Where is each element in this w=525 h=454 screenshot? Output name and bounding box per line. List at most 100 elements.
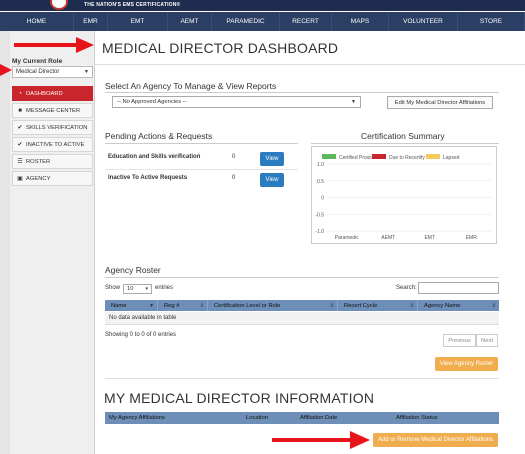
divider xyxy=(105,169,298,170)
view-skills-button[interactable]: View xyxy=(260,152,284,166)
legend-swatch xyxy=(322,154,336,159)
sort-icon: ⇕ xyxy=(409,302,414,309)
add-remove-affiliations-button[interactable]: Add or Remove Medical Director Affiliati… xyxy=(373,433,498,447)
column-header-reg[interactable]: Reg # ⇕ xyxy=(158,300,208,311)
column-header-affiliation-date: Affiliation Date xyxy=(300,415,338,421)
nav-emr[interactable]: EMR xyxy=(74,12,108,31)
site-header: THE NATION'S EMS CERTIFICATION® xyxy=(0,0,525,11)
nav-recert[interactable]: RECERT xyxy=(280,12,332,31)
nav-paramedic[interactable]: PARAMEDIC xyxy=(212,12,280,31)
sidebar-item-label: MESSAGE CENTER xyxy=(26,107,81,114)
edit-affiliations-button[interactable]: Edit My Medical Director Affiliations xyxy=(387,96,493,109)
role-value: Medical Director xyxy=(16,69,60,75)
tagline: THE NATION'S EMS CERTIFICATION® xyxy=(84,2,181,8)
legend-swatch xyxy=(372,154,386,159)
view-inactive-button[interactable]: View xyxy=(260,173,284,187)
legend-label: Lapsed xyxy=(443,155,460,161)
x-tick-label: Paramedic xyxy=(335,235,359,241)
column-header-affiliations: My Agency Affiliations xyxy=(109,415,165,421)
dashboard-icon: ◔ xyxy=(18,90,22,97)
sort-icon: ⇕ xyxy=(329,302,334,309)
entries-label: entries xyxy=(155,285,174,291)
sidebar-item-label: INACTIVE TO ACTIVE xyxy=(26,141,85,148)
agency-select[interactable]: -- No Approved Agencies -- ▼ xyxy=(112,96,361,108)
annotation-arrow-top xyxy=(14,37,94,53)
role-select[interactable]: Medical Director ▼ xyxy=(12,66,93,78)
page-title: MEDICAL DIRECTOR DASHBOARD xyxy=(102,40,339,56)
chevron-down-icon: ▼ xyxy=(351,99,356,105)
building-icon: ▣ xyxy=(17,176,23,182)
sidebar-item-label: ROSTER xyxy=(26,158,51,165)
main-nav: HOME EMR EMT AEMT PARAMEDIC RECERT MAPS … xyxy=(0,12,525,31)
logo-icon[interactable] xyxy=(50,0,68,10)
column-header-location: Location xyxy=(246,415,268,421)
sidebar-item-label: AGENCY xyxy=(26,175,51,182)
previous-page-button[interactable]: Previous xyxy=(443,334,476,347)
left-margin xyxy=(0,31,10,454)
column-label: Certification Level or Role xyxy=(214,302,281,309)
divider xyxy=(105,277,499,278)
md-info-title: MY MEDICAL DIRECTOR INFORMATION xyxy=(104,390,375,406)
chart-svg: Certified Providers Due to Recertify Lapse… xyxy=(315,154,492,241)
column-label: Recert Cycle xyxy=(344,302,378,309)
view-agency-roster-button[interactable]: View Agency Roster xyxy=(435,357,498,371)
nav-maps[interactable]: MAPS xyxy=(332,12,389,31)
column-header-cert-level[interactable]: Certification Level or Role ⇕ xyxy=(208,300,338,311)
annotation-arrow-bottom xyxy=(272,431,372,449)
column-label: Agency Name xyxy=(424,302,461,309)
nav-store[interactable]: STORE xyxy=(458,12,525,31)
sidebar-item-inactive-to-active[interactable]: ✔ INACTIVE TO ACTIVE xyxy=(12,137,93,152)
sort-icon: ▼ xyxy=(149,302,154,309)
sort-icon: ⇕ xyxy=(491,302,496,309)
entries-length-select[interactable]: 10 ▾ xyxy=(123,284,152,294)
divider xyxy=(95,64,525,65)
side-menu: ◔ DASHBOARD ■ MESSAGE CENTER ✔ SKILLS VE… xyxy=(12,86,93,188)
cert-summary-chart: Certified Providers Due to Recertify Lapse… xyxy=(311,146,497,244)
column-header-name[interactable]: Name ▼ xyxy=(105,300,158,311)
search-input[interactable] xyxy=(418,282,499,294)
pending-title: Pending Actions & Requests xyxy=(105,131,213,141)
roster-title: Agency Roster xyxy=(105,265,161,275)
sidebar: My Current Role Medical Director ▼ ◔ DAS… xyxy=(10,31,95,454)
column-header-recert-cycle[interactable]: Recert Cycle ⇕ xyxy=(338,300,418,311)
show-label: Show xyxy=(105,285,121,291)
nav-aemt[interactable]: AEMT xyxy=(168,12,212,31)
list-icon: ☰ xyxy=(17,159,23,165)
pending-row-count: 0 xyxy=(232,154,236,160)
entries-length-value: 10 xyxy=(127,286,134,292)
legend-label: Due to Recertify xyxy=(389,155,425,161)
x-tick-label: EMR xyxy=(466,235,478,241)
column-header-agency-name[interactable]: Agency Name ⇕ xyxy=(418,300,499,311)
pending-row-label: Education and Skills verification xyxy=(108,154,201,160)
sidebar-item-agency[interactable]: ▣ AGENCY xyxy=(12,171,93,186)
chevron-down-icon: ▾ xyxy=(145,286,148,292)
agency-section-title: Select An Agency To Manage & View Report… xyxy=(105,81,277,91)
x-tick-label: AEMT xyxy=(381,235,395,241)
y-tick-label: -1.0 xyxy=(315,229,324,235)
message-icon: ■ xyxy=(18,107,22,114)
pending-row-label: Inactive To Active Requests xyxy=(108,175,188,181)
y-tick-label: 0.5 xyxy=(317,179,324,185)
x-tick-label: EMT xyxy=(424,235,435,241)
sidebar-item-label: DASHBOARD xyxy=(26,90,63,97)
check-icon: ✔ xyxy=(17,125,23,131)
sidebar-item-skills-verification[interactable]: ✔ SKILLS VERIFICATION xyxy=(12,120,93,135)
column-label: Reg # xyxy=(164,302,180,309)
sidebar-item-message-center[interactable]: ■ MESSAGE CENTER xyxy=(12,103,93,118)
check-icon: ✔ xyxy=(17,142,23,148)
nav-home[interactable]: HOME xyxy=(0,12,74,31)
y-tick-label: -0.5 xyxy=(315,212,324,218)
roster-table-header: Name ▼ Reg # ⇕ Certification Level or Role… xyxy=(105,300,499,311)
divider xyxy=(105,378,499,379)
sidebar-item-roster[interactable]: ☰ ROSTER xyxy=(12,154,93,169)
nav-volunteer[interactable]: VOLUNTEER xyxy=(389,12,458,31)
search-label: Search: xyxy=(396,285,417,291)
nav-emt[interactable]: EMT xyxy=(108,12,168,31)
cert-summary-title: Certification Summary xyxy=(361,131,445,141)
sidebar-item-dashboard[interactable]: ◔ DASHBOARD xyxy=(12,86,93,101)
next-page-button[interactable]: Next xyxy=(476,334,498,347)
column-header-affiliation-status: Affiliation Status xyxy=(396,415,438,421)
legend-swatch xyxy=(426,154,440,159)
sidebar-item-label: SKILLS VERIFICATION xyxy=(26,124,88,131)
sort-icon: ⇕ xyxy=(199,302,204,309)
